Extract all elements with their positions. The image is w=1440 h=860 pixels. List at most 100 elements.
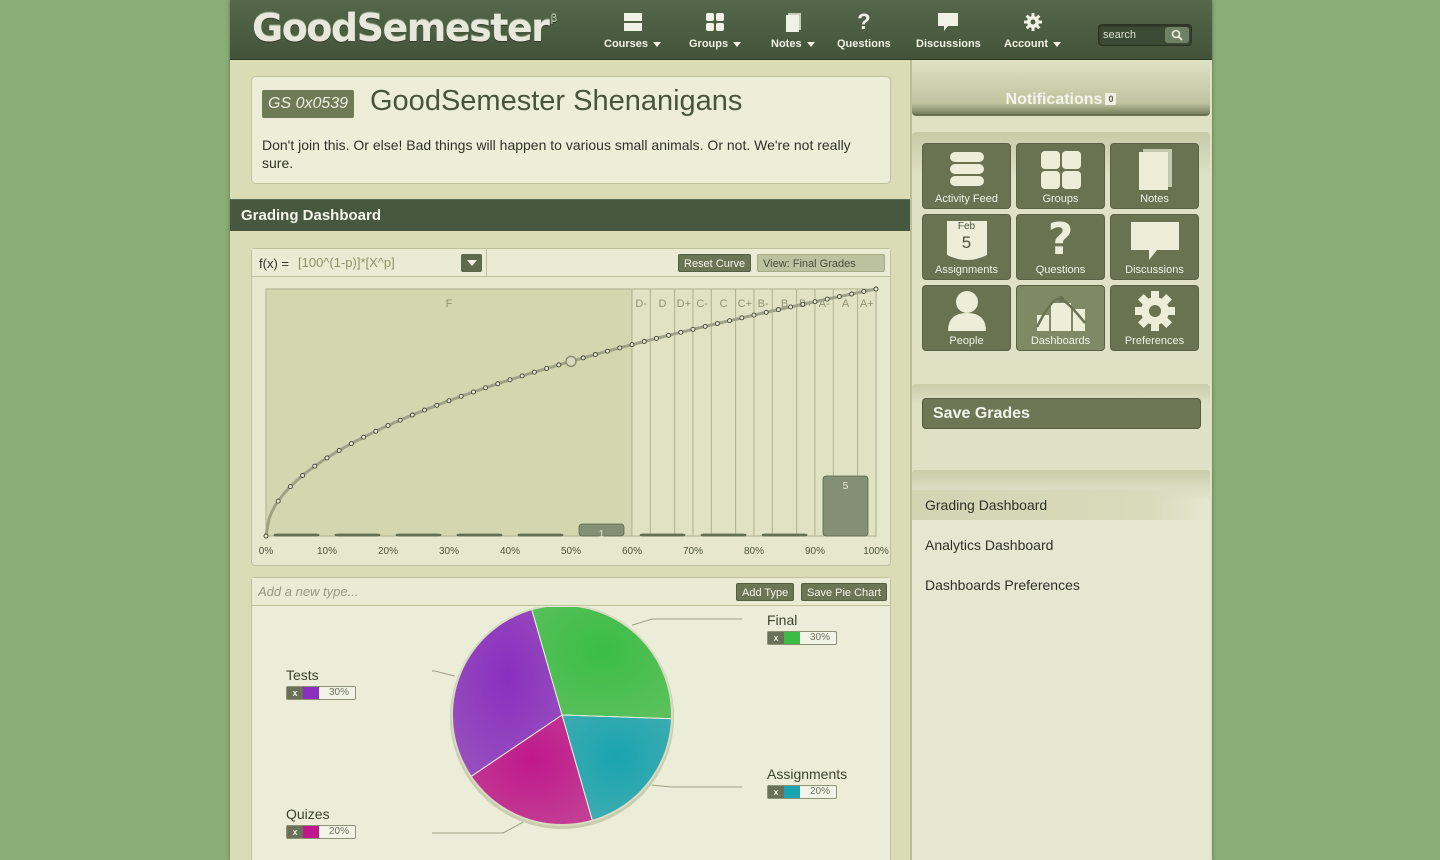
grade-band — [710, 288, 737, 537]
slice-color-swatch — [303, 687, 319, 699]
nav-notes[interactable]: Notes — [771, 10, 815, 56]
weight-input[interactable]: 30% — [810, 632, 830, 644]
question-icon: ? — [857, 9, 871, 34]
search-button[interactable] — [1165, 27, 1189, 43]
curve-point — [531, 369, 537, 375]
app-tile-questions[interactable]: ? Questions — [1016, 214, 1105, 280]
dashboard-link-grading[interactable]: Grading Dashboard — [912, 490, 1210, 520]
reset-curve-button[interactable]: Reset Curve — [678, 254, 752, 272]
weight-control-tests: x 30% — [286, 686, 356, 700]
weight-control-quizes: x 20% — [286, 825, 356, 839]
remove-type-button[interactable]: x — [287, 826, 303, 838]
save-grades-panel: Save Grades — [912, 384, 1210, 468]
chevron-down-icon — [1053, 41, 1061, 47]
notes-icon — [783, 10, 803, 34]
curve-toolbar: f(x) = Reset Curve View: Final Grades — [252, 249, 890, 277]
curve-point — [397, 417, 403, 423]
goodsemester-logo[interactable]: GoodSemester β — [252, 6, 557, 50]
x-axis-tick-label: 30% — [439, 546, 459, 557]
histogram-bar — [456, 533, 503, 537]
notifications-count-badge: 0 — [1105, 93, 1117, 105]
pie-leader-line — [631, 618, 742, 626]
dashboards-menu: Grading Dashboard Analytics Dashboard Da… — [912, 470, 1210, 860]
histogram-bar — [639, 533, 686, 537]
course-title: GoodSemester Shenanigans — [370, 85, 743, 117]
dashboard-link-analytics[interactable]: Analytics Dashboard — [912, 530, 1210, 560]
app-tile-groups[interactable]: Groups — [1016, 143, 1105, 209]
x-axis-tick-label: 80% — [744, 546, 764, 557]
x-axis-tick-label: 60% — [622, 546, 642, 557]
slice-color-swatch — [784, 786, 800, 798]
fx-label: f(x) = — [259, 256, 289, 271]
search-icon — [1171, 29, 1183, 41]
nav-courses[interactable]: Courses — [604, 10, 662, 56]
curve-point — [544, 366, 550, 371]
grade-band — [796, 288, 816, 537]
curve-point — [751, 312, 757, 318]
curve-handle — [565, 355, 577, 368]
discussion-icon — [936, 10, 960, 34]
weight-input[interactable]: 20% — [810, 786, 830, 798]
curve-formula-input[interactable] — [298, 255, 458, 270]
remove-type-button[interactable]: x — [768, 786, 784, 798]
nav-account[interactable]: Account — [1004, 10, 1061, 56]
chevron-down-icon — [733, 41, 742, 47]
nav-discussions[interactable]: Discussions — [916, 10, 981, 56]
app-tile-assignments[interactable]: Feb 5 Assignments — [922, 214, 1011, 280]
app-tile-notes[interactable]: Notes — [1110, 143, 1199, 209]
curve-point — [641, 339, 647, 344]
app-tile-preferences[interactable]: Preferences — [1110, 285, 1199, 351]
pie-toolbar: Add Type Save Pie Chart — [252, 578, 890, 606]
course-header-card: GS 0x0539 GoodSemester Shenanigans Don't… — [251, 76, 891, 184]
grade-weights-panel: Add Type Save Pie Chart Final x 30% Assi… — [251, 577, 891, 860]
histogram-bar — [761, 533, 808, 537]
weight-input[interactable]: 30% — [329, 687, 349, 699]
slice-color-swatch — [784, 632, 800, 644]
curve-point — [861, 289, 867, 294]
curve-point — [336, 447, 342, 453]
grade-band-label: F — [446, 298, 453, 310]
nav-questions-label: Questions — [837, 38, 891, 50]
app-tile-activity-feed[interactable]: Activity Feed — [922, 143, 1011, 209]
search-input[interactable] — [1103, 27, 1165, 43]
notifications-panel[interactable]: Notifications 0 — [912, 60, 1210, 116]
pie-leader-line — [651, 784, 742, 788]
app-tile-people[interactable]: People — [922, 285, 1011, 351]
app-tile-label: Preferences — [1124, 335, 1185, 347]
histogram-bar — [700, 533, 747, 537]
add-type-button[interactable]: Add Type — [736, 583, 795, 601]
course-description: Don't join this. Or else! Bad things wil… — [262, 137, 851, 171]
remove-type-button[interactable]: x — [768, 632, 784, 644]
app-tile-dashboards[interactable]: Dashboards — [1016, 285, 1105, 351]
x-axis-tick-label: 40% — [500, 546, 520, 557]
remove-type-button[interactable]: x — [287, 687, 303, 699]
x-axis-tick-label: 20% — [378, 546, 398, 557]
grade-band — [735, 288, 755, 537]
x-axis-tick-label: 90% — [805, 546, 825, 557]
new-type-input[interactable] — [258, 584, 558, 599]
save-grades-button[interactable]: Save Grades — [922, 398, 1201, 429]
curve-point — [361, 434, 367, 440]
dashboard-link-preferences[interactable]: Dashboards Preferences — [912, 570, 1210, 600]
view-final-grades-select[interactable]: View: Final Grades — [757, 254, 885, 272]
curve-point — [727, 318, 733, 324]
slice-label-final: Final — [767, 612, 798, 628]
nav-groups[interactable]: Groups — [689, 10, 742, 56]
app-tile-discussions[interactable]: Discussions — [1110, 214, 1199, 280]
grade-band-label: B- — [758, 298, 769, 310]
curve-point — [507, 377, 513, 383]
curve-point — [470, 389, 476, 395]
app-tile-label: Questions — [1035, 264, 1086, 276]
discussion-icon — [1129, 215, 1181, 265]
nav-questions[interactable]: ? Questions — [837, 10, 891, 56]
grade-band — [674, 288, 694, 537]
formula-dropdown-button[interactable] — [461, 254, 482, 272]
weight-input[interactable]: 20% — [329, 826, 349, 838]
curve-point — [763, 309, 769, 315]
curve-point — [702, 323, 708, 329]
curve-point — [812, 299, 818, 305]
save-pie-chart-button[interactable]: Save Pie Chart — [801, 583, 887, 601]
curve-point — [873, 286, 879, 292]
curve-point — [373, 428, 379, 434]
histogram-bar-count: 1 — [599, 529, 605, 540]
